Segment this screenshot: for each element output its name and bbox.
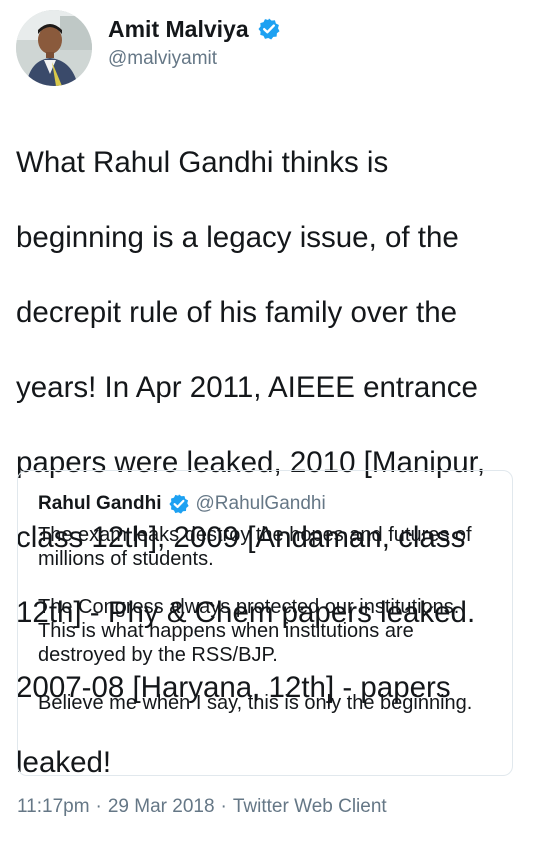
quoted-paragraph: The exam leaks destroy the hopes and fut… — [38, 524, 472, 570]
verified-badge-icon — [168, 493, 190, 515]
quoted-tweet-card[interactable]: Rahul Gandhi @RahulGandhi The exam leaks… — [17, 470, 513, 776]
author-handle[interactable]: @malviyamit — [108, 48, 281, 70]
tweet: Amit Malviya @malviyamit What Rahul Gand… — [0, 0, 536, 854]
avatar[interactable] — [16, 10, 92, 86]
avatar-photo — [16, 10, 92, 86]
tweet-metadata: 11:17pm · 29 Mar 2018 · Twitter Web Clie… — [17, 796, 387, 818]
quoted-paragraph: Believe me when I say, this is only the … — [38, 692, 473, 714]
meta-separator: · — [95, 796, 102, 817]
tweet-text-line: years! In Apr 2011, AIEEE entrance — [16, 370, 478, 404]
author-display-name[interactable]: Amit Malviya — [108, 16, 249, 43]
meta-separator: · — [220, 796, 227, 817]
tweet-text-line: beginning is a legacy issue, of the — [16, 220, 459, 254]
tweet-date[interactable]: 29 Mar 2018 — [108, 796, 215, 818]
tweet-text-line: decrepit rule of his family over the — [16, 295, 458, 329]
tweet-client[interactable]: Twitter Web Client — [233, 796, 387, 818]
quoted-tweet-text: The exam leaks destroy the hopes and fut… — [38, 523, 498, 715]
display-name-row: Amit Malviya — [108, 14, 281, 44]
quoted-author-handle: @RahulGandhi — [195, 493, 326, 514]
quoted-tweet-header: Rahul Gandhi @RahulGandhi — [38, 491, 326, 517]
verified-badge-icon — [257, 17, 281, 41]
quoted-paragraph: The Congress always protected our instit… — [38, 596, 460, 666]
tweet-text-line: What Rahul Gandhi thinks is — [16, 145, 389, 179]
author-header: Amit Malviya @malviyamit — [108, 14, 281, 70]
quoted-author-display-name: Rahul Gandhi — [38, 493, 162, 514]
tweet-time[interactable]: 11:17pm — [17, 796, 90, 818]
